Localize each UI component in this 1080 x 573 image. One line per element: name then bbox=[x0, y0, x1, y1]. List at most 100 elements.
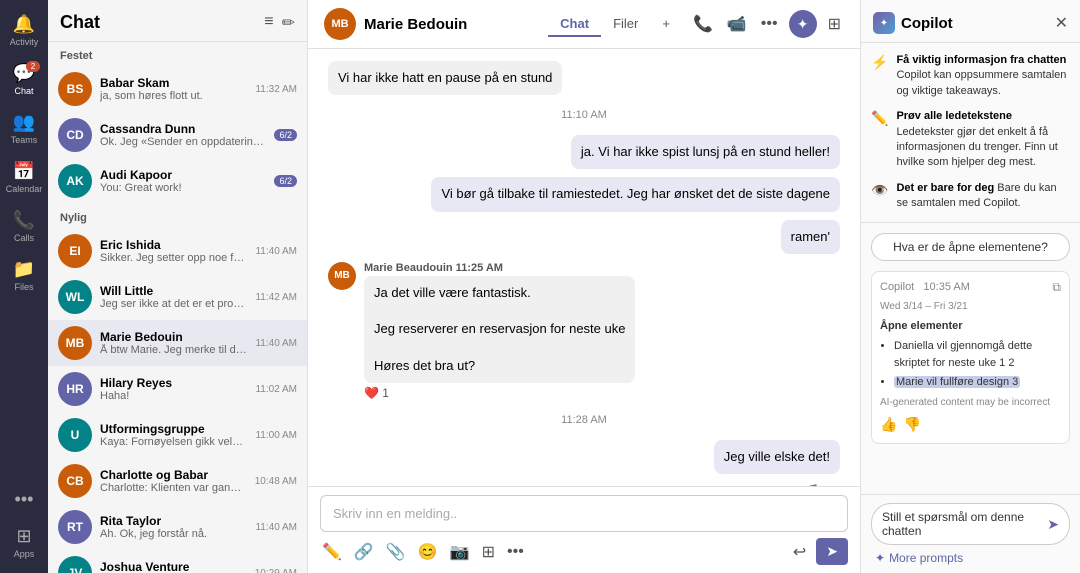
response-date-range: Wed 3/14 – Fri 3/21 bbox=[880, 299, 1061, 314]
thumbs-up-icon[interactable]: 👍 bbox=[880, 414, 897, 435]
copilot-features: ⚡ Få viktig informasjon fra chatten Copi… bbox=[861, 43, 1080, 223]
apps-toolbar-icon[interactable]: ⊞ bbox=[480, 540, 497, 564]
sidebar-toggle-button[interactable]: ⊞ bbox=[825, 11, 844, 37]
format-icon[interactable]: ✏️ bbox=[320, 540, 344, 564]
chat-header-actions: 📞 📹 ••• ✦ ⊞ bbox=[690, 10, 844, 38]
chat-preview-rita: Ah. Ok, jeg forstår nå. bbox=[100, 528, 247, 540]
filter-icon[interactable]: ≡ bbox=[264, 13, 273, 33]
avatar-utforming: U bbox=[58, 418, 92, 452]
chat-preview-hilary: Haha! bbox=[100, 390, 247, 402]
chat-item-hilary[interactable]: HRHilary ReyesHaha!11:02 AM bbox=[48, 366, 307, 412]
teams-icon: 👥 bbox=[13, 112, 35, 133]
tab-filer[interactable]: Filer bbox=[601, 12, 650, 37]
more-toolbar-icon[interactable]: ••• bbox=[505, 541, 526, 563]
more-button[interactable]: ••• bbox=[758, 12, 781, 36]
files-icon: 📁 bbox=[13, 259, 35, 280]
message-bubble-self: ramen' bbox=[781, 220, 840, 254]
attach-file-icon[interactable]: 📎 bbox=[384, 540, 408, 564]
chat-input-area: Skriv inn en melding.. ✏️ 🔗 📎 😊 📷 ⊞ ••• … bbox=[308, 486, 860, 573]
avatar-eric: EI bbox=[58, 234, 92, 268]
avatar-charlotte: CB bbox=[58, 464, 92, 498]
message-row-self: Jeg ville elske det! bbox=[328, 440, 840, 474]
chat-item-utforming[interactable]: UUtformingsgruppeKaya: Fornøyelsen gikk … bbox=[48, 412, 307, 458]
chat-name-will: Will Little bbox=[100, 284, 247, 298]
attach-link-icon[interactable]: 🔗 bbox=[352, 540, 376, 564]
copilot-prompt-button[interactable]: Hva er de åpne elementene? bbox=[871, 233, 1070, 261]
chat-item-babar[interactable]: BSBabar Skamja, som høres flott ut.11:32… bbox=[48, 66, 307, 112]
recent-section-label: Nylig bbox=[48, 204, 307, 228]
chat-item-charlotte[interactable]: CBCharlotte og BabarCharlotte: Klienten … bbox=[48, 458, 307, 504]
copilot-more-prompts[interactable]: ✦ More prompts bbox=[871, 551, 1070, 565]
nav-files[interactable]: 📁 Files bbox=[0, 253, 48, 298]
chat-preview-audi: You: Great work! bbox=[100, 182, 266, 194]
nav-apps[interactable]: ⊞ Apps bbox=[0, 520, 48, 565]
tab-add[interactable]: + bbox=[650, 12, 682, 37]
more-prompts-label: More prompts bbox=[889, 551, 963, 565]
chat-name-eric: Eric Ishida bbox=[100, 238, 247, 252]
response-item-1: Daniella vil gjennomgå dette skriptet fo… bbox=[894, 338, 1061, 371]
nav-calls-label: Calls bbox=[14, 233, 34, 243]
new-chat-icon[interactable]: ✏ bbox=[282, 13, 295, 33]
message-sender-name: Marie Beaudouin 11:25 AM bbox=[364, 262, 635, 274]
chat-item-rita[interactable]: RTRita TaylorAh. Ok, jeg forstår nå.11:4… bbox=[48, 504, 307, 550]
emoji-icon[interactable]: 😊 bbox=[416, 540, 440, 564]
copilot-feature-3: 👁️ Det er bare for deg Bare du kan se sa… bbox=[871, 181, 1070, 212]
chat-item-marie[interactable]: MBMarie BedouinÅ btw Marie. Jeg merke ti… bbox=[48, 320, 307, 366]
apps-icon: ⊞ bbox=[16, 526, 31, 547]
chat-time-eric: 11:40 AM bbox=[255, 246, 297, 257]
chat-item-audi[interactable]: AKAudi KapoorYou: Great work!6/2 bbox=[48, 158, 307, 204]
chat-time-hilary: 11:02 AM bbox=[255, 384, 297, 395]
feature-1-text: Få viktig informasjon fra chatten Copilo… bbox=[896, 53, 1070, 99]
nav-more[interactable]: ••• bbox=[15, 483, 34, 516]
avatar-babar: BS bbox=[58, 72, 92, 106]
copilot-close-button[interactable]: ✕ bbox=[1055, 13, 1068, 33]
copilot-response-header: Copilot 10:35 AM ⧉ bbox=[880, 280, 1061, 295]
thumbs-down-icon[interactable]: 👎 bbox=[903, 414, 920, 435]
message-row-self: ja. Vi har ikke spist lunsj på en stund … bbox=[328, 135, 840, 169]
message-avatar: MB bbox=[328, 262, 356, 290]
nav-activity[interactable]: 🔔 Activity bbox=[0, 8, 48, 53]
message-row-self: Vi bør gå tilbake til ramiestedet. Jeg h… bbox=[328, 177, 840, 211]
chat-name-joshua: Joshua Venture bbox=[100, 560, 247, 573]
nav-calendar-label: Calendar bbox=[6, 184, 43, 194]
chat-preview-eric: Sikker. Jeg setter opp noe for neste uke… bbox=[100, 252, 247, 264]
chat-preview-charlotte: Charlotte: Klienten var ganske glad with… bbox=[100, 482, 247, 494]
copilot-response-body: Wed 3/14 – Fri 3/21 Åpne elementer Danie… bbox=[880, 299, 1061, 435]
loop-icon[interactable]: ↩ bbox=[791, 540, 808, 564]
nav-teams-label: Teams bbox=[11, 135, 38, 145]
copy-response-icon[interactable]: ⧉ bbox=[1052, 280, 1061, 295]
nav-chat[interactable]: 💬 2 Chat bbox=[0, 57, 48, 102]
copilot-input[interactable]: Still et spørsmål om denne chatten bbox=[882, 510, 1041, 538]
nav-calendar[interactable]: 📅 Calendar bbox=[0, 155, 48, 200]
call-button[interactable]: 📞 bbox=[690, 11, 716, 37]
copilot-input-row: Still et spørsmål om denne chatten ➤ bbox=[871, 503, 1070, 545]
copilot-logo: ✦ bbox=[873, 12, 895, 34]
copilot-sender: Copilot 10:35 AM bbox=[880, 281, 970, 293]
contact-avatar: MB bbox=[324, 8, 356, 40]
chat-item-eric[interactable]: EI Eric IshidaSikker. Jeg setter opp noe … bbox=[48, 228, 307, 274]
chat-list-title: Chat bbox=[60, 12, 100, 33]
chat-item-will[interactable]: WLWill LittleJeg ser ikke at det er et p… bbox=[48, 274, 307, 320]
chat-item-joshua[interactable]: JVJoshua VentureThanks for reviewing!10:… bbox=[48, 550, 307, 573]
tab-chat[interactable]: Chat bbox=[548, 12, 601, 37]
message-row-named: MBMarie Beaudouin 11:25 AMJa det ville v… bbox=[328, 262, 840, 400]
chat-list-header: Chat ≡ ✏ bbox=[48, 0, 307, 42]
copilot-disclaimer: AI-generated content may be incorrect bbox=[880, 395, 1061, 410]
nav-calls[interactable]: 📞 Calls bbox=[0, 204, 48, 249]
chat-name-babar: Babar Skam bbox=[100, 76, 247, 90]
copilot-panel: ✦ Copilot ✕ ⚡ Få viktig informasjon fra … bbox=[860, 0, 1080, 573]
copilot-send-button[interactable]: ➤ bbox=[1047, 516, 1059, 533]
message-input-placeholder[interactable]: Skriv inn en melding.. bbox=[320, 495, 848, 532]
message-bubble: Vi har ikke hatt en pause på en stund bbox=[328, 61, 562, 95]
copilot-bottom: Still et spørsmål om denne chatten ➤ ✦ M… bbox=[861, 494, 1080, 573]
video-button[interactable]: 📹 bbox=[724, 11, 750, 37]
avatar-marie: MB bbox=[58, 326, 92, 360]
message-reaction: ❤️ 1 bbox=[364, 386, 635, 400]
feature-info-icon: ⚡ bbox=[871, 54, 888, 71]
chat-list-scroll: Festet BSBabar Skamja, som høres flott u… bbox=[48, 42, 307, 573]
copilot-button[interactable]: ✦ bbox=[789, 10, 817, 38]
nav-teams[interactable]: 👥 Teams bbox=[0, 106, 48, 151]
image-icon[interactable]: 📷 bbox=[448, 540, 472, 564]
send-button[interactable]: ➤ bbox=[816, 538, 848, 565]
chat-item-cassandra[interactable]: CDCassandra DunnOk. Jeg «Sender en oppda… bbox=[48, 112, 307, 158]
